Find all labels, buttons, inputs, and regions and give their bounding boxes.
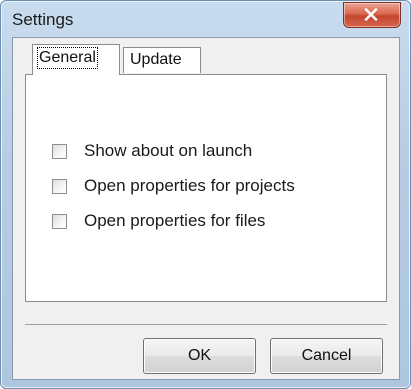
tab-general[interactable]: General [32, 44, 120, 75]
close-icon [364, 8, 378, 21]
open-properties-projects-checkbox[interactable] [52, 179, 67, 194]
dialog-body: General Update Show about on launch Open… [12, 37, 400, 380]
ok-button[interactable]: OK [143, 338, 256, 374]
show-about-label: Show about on launch [84, 141, 253, 160]
button-divider [25, 324, 387, 325]
close-button[interactable] [343, 2, 401, 28]
open-properties-files-label: Open properties for files [84, 211, 266, 230]
general-tab-panel: Show about on launch Open properties for… [25, 74, 387, 302]
tab-update[interactable]: Update [123, 47, 201, 73]
open-properties-projects-label: Open properties for projects [84, 176, 295, 195]
settings-dialog: Settings General Update Show about on la… [0, 0, 411, 389]
tab-general-label: General [37, 47, 98, 69]
cancel-button[interactable]: Cancel [270, 338, 383, 374]
open-properties-files-checkbox[interactable] [52, 214, 67, 229]
title-bar[interactable]: Settings [1, 1, 410, 33]
tab-update-label: Update [130, 51, 182, 68]
show-about-checkbox[interactable] [52, 144, 67, 159]
window-title: Settings [12, 10, 74, 29]
